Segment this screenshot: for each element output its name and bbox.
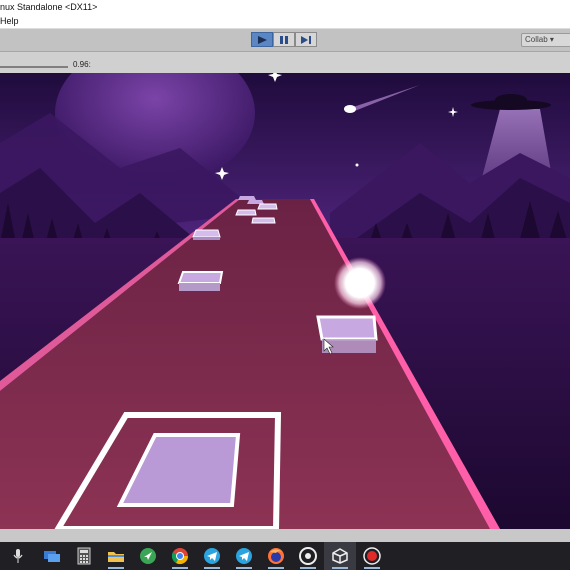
location-app-icon [140, 548, 156, 564]
record-icon [363, 547, 381, 565]
pause-button[interactable] [273, 32, 295, 47]
windows-taskbar [0, 542, 570, 570]
window-titlebar: nux Standalone <DX11> [0, 0, 570, 15]
taskbar-unity[interactable] [324, 542, 356, 570]
scale-slider[interactable] [0, 66, 68, 68]
comet [344, 105, 356, 113]
pause-icon [280, 35, 288, 44]
microphone-icon [13, 549, 23, 563]
collab-dropdown[interactable]: Collab ▾ [521, 33, 570, 47]
taskbar-telegram-2[interactable] [228, 542, 260, 570]
play-button[interactable] [251, 32, 273, 47]
play-icon [258, 35, 267, 44]
editor-toolbar: Collab ▾ [0, 29, 570, 52]
game-scene [0, 73, 570, 529]
taskbar-telegram[interactable] [196, 542, 228, 570]
taskbar-chrome[interactable] [164, 542, 196, 570]
telegram-icon [204, 548, 220, 564]
player-ball [334, 257, 386, 309]
step-button[interactable] [295, 32, 317, 47]
taskbar-calculator[interactable] [68, 542, 100, 570]
firefox-icon [268, 548, 284, 564]
menu-help[interactable]: Help [0, 15, 19, 28]
microphone-button[interactable] [0, 542, 36, 570]
taskbar-file-explorer[interactable] [100, 542, 132, 570]
game-view-bar: 0.96: [0, 52, 570, 74]
telegram-icon [236, 548, 252, 564]
taskbar-network[interactable] [36, 542, 68, 570]
game-viewport[interactable] [0, 73, 570, 529]
unity-icon [332, 548, 348, 564]
chrome-icon [171, 548, 189, 565]
taskbar-location-app[interactable] [132, 542, 164, 570]
taskbar-recorder[interactable] [356, 542, 388, 570]
taskbar-firefox[interactable] [260, 542, 292, 570]
scale-value: 0.96: [73, 60, 91, 69]
taskbar-media-app[interactable] [292, 542, 324, 570]
media-app-icon [299, 547, 317, 565]
playback-controls [251, 32, 317, 47]
network-icon [44, 551, 60, 562]
calculator-icon [77, 547, 91, 565]
window-title: nux Standalone <DX11> [0, 2, 98, 12]
menu-bar: Help [0, 15, 570, 29]
file-explorer-icon [108, 552, 124, 562]
status-strip [0, 529, 570, 542]
step-icon [301, 35, 311, 44]
